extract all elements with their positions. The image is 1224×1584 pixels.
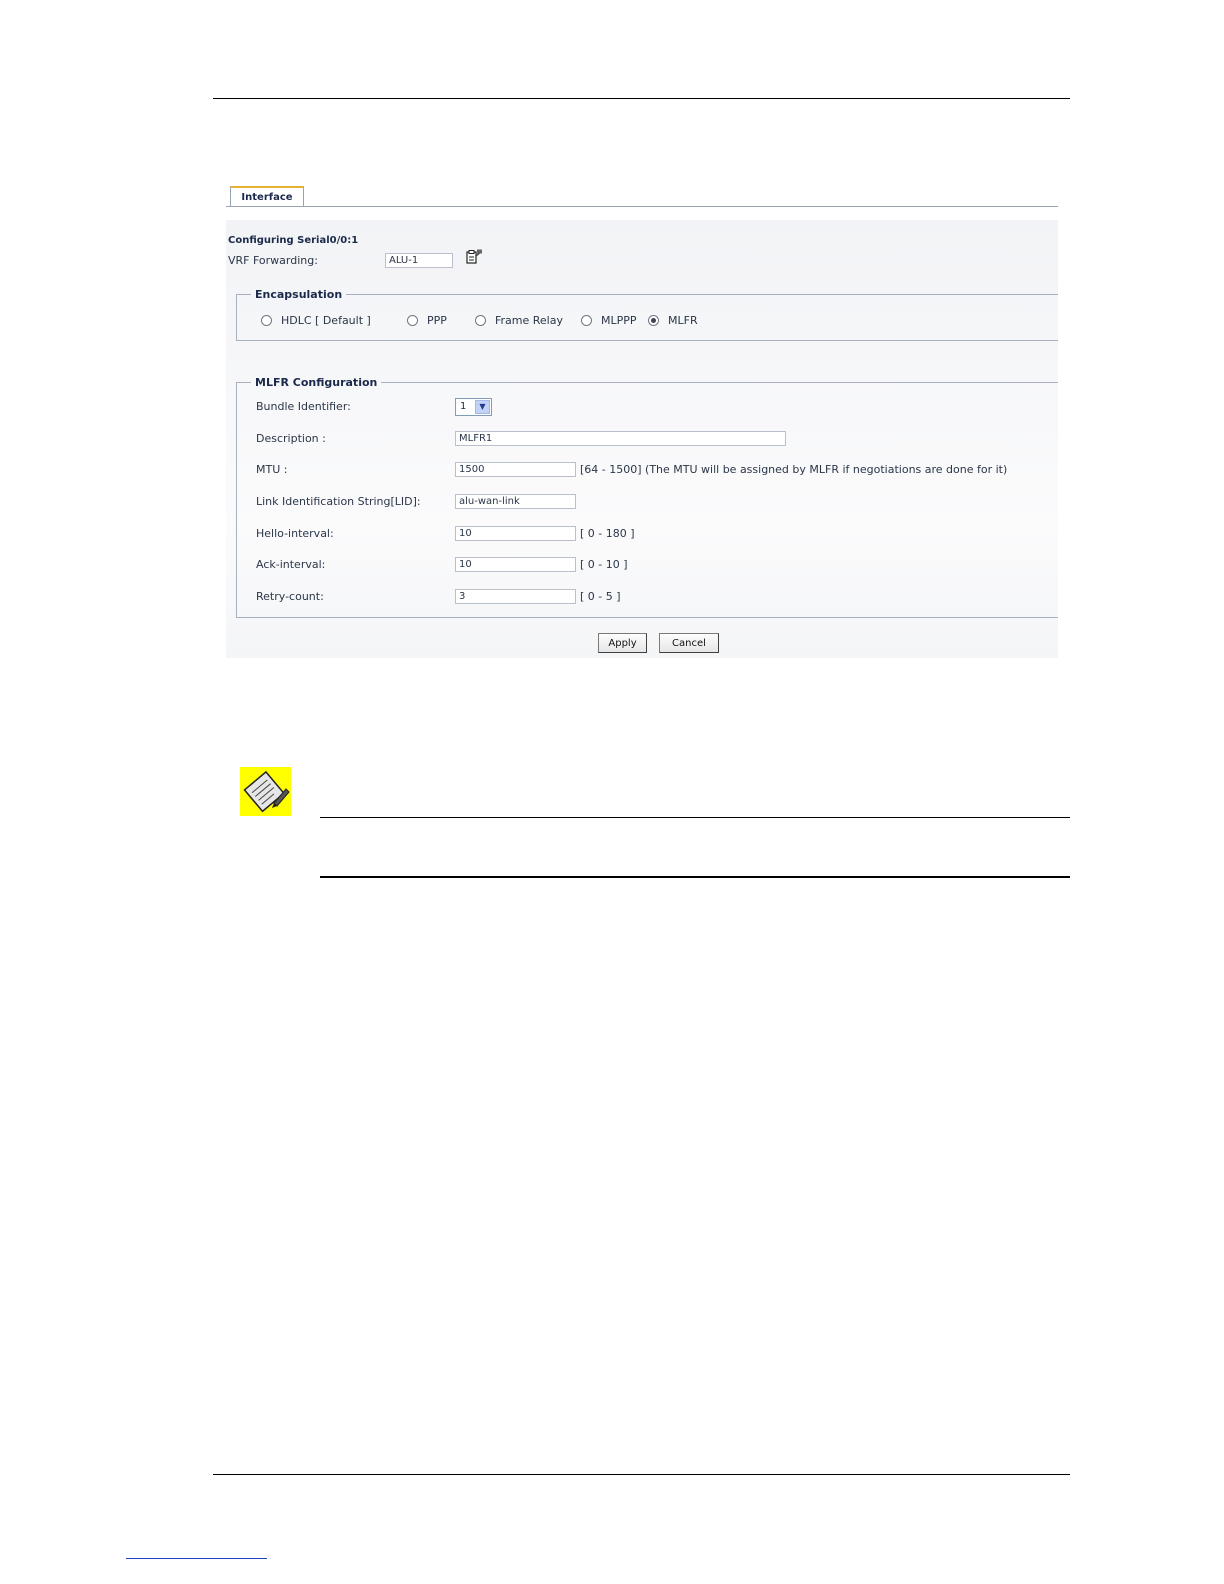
note-pencil-icon	[240, 767, 291, 816]
cancel-button[interactable]: Cancel	[659, 633, 719, 653]
radio-hdlc-label: HDLC [ Default ]	[281, 314, 371, 327]
mlfr-configuration-legend: MLFR Configuration	[255, 376, 378, 389]
bundle-identifier-label: Bundle Identifier:	[256, 400, 351, 413]
interface-config-screenshot: Interface Configuring Serial0/0:1 VRF Fo…	[226, 180, 1058, 660]
ack-interval-hint: [ 0 - 10 ]	[580, 558, 628, 571]
clipboard-edit-icon[interactable]	[465, 249, 483, 265]
vrf-forwarding-input[interactable]	[385, 253, 453, 268]
ack-interval-input[interactable]	[455, 557, 576, 572]
radio-ppp[interactable]	[407, 315, 418, 326]
note-bottom-rule	[320, 876, 1070, 878]
retry-count-input[interactable]	[455, 589, 576, 604]
tab-interface[interactable]: Interface	[230, 186, 304, 206]
radio-mlppp-label: MLPPP	[601, 314, 637, 327]
hello-interval-label: Hello-interval:	[256, 527, 334, 540]
mtu-input[interactable]	[455, 462, 576, 477]
lid-input[interactable]	[455, 494, 576, 509]
mtu-range-hint: [64 - 1500] (The MTU will be assigned by…	[580, 463, 1008, 476]
encapsulation-options: HDLC [ Default ] PPP Frame Relay MLPPP M…	[226, 314, 1058, 330]
radio-frame-relay-label: Frame Relay	[495, 314, 563, 327]
bundle-identifier-select[interactable]: 1 ▼	[455, 398, 492, 416]
encapsulation-legend: Encapsulation	[255, 288, 343, 301]
retry-count-label: Retry-count:	[256, 590, 324, 603]
radio-mlfr[interactable]	[648, 315, 659, 326]
mtu-label: MTU :	[256, 463, 288, 476]
tab-bar: Interface	[226, 186, 1058, 207]
radio-mlfr-label: MLFR	[668, 314, 698, 327]
radio-hdlc[interactable]	[261, 315, 272, 326]
apply-button[interactable]: Apply	[598, 633, 647, 653]
header-rule	[213, 98, 1070, 99]
hello-interval-input[interactable]	[455, 526, 576, 541]
footer-link-underline[interactable]	[126, 1558, 267, 1559]
description-input[interactable]	[455, 431, 786, 446]
radio-ppp-label: PPP	[427, 314, 447, 327]
hello-interval-hint: [ 0 - 180 ]	[580, 527, 635, 540]
chevron-down-icon[interactable]: ▼	[475, 400, 490, 414]
lid-label: Link Identification String[LID]:	[256, 495, 421, 508]
retry-count-hint: [ 0 - 5 ]	[580, 590, 621, 603]
radio-mlppp[interactable]	[581, 315, 592, 326]
radio-frame-relay[interactable]	[475, 315, 486, 326]
page-title: Configuring Serial0/0:1	[228, 235, 359, 246]
vrf-forwarding-label: VRF Forwarding:	[228, 254, 318, 267]
description-label: Description :	[256, 432, 326, 445]
ack-interval-label: Ack-interval:	[256, 558, 326, 571]
note-top-rule	[320, 817, 1070, 818]
bundle-identifier-value: 1	[460, 401, 467, 412]
footer-rule	[213, 1474, 1070, 1475]
